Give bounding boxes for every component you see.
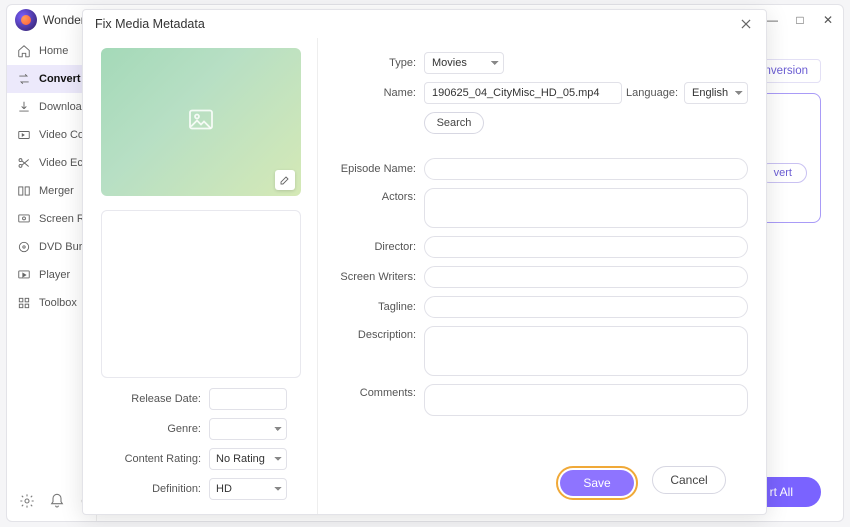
left-form: Release Date: Genre: Content Rating: No … <box>101 388 301 508</box>
sidebar-item-label: Merger <box>39 185 74 197</box>
save-button-highlight: Save <box>556 466 638 500</box>
settings-icon[interactable] <box>19 493 35 509</box>
release-date-input[interactable] <box>209 388 287 410</box>
modal-title: Fix Media Metadata <box>95 17 205 31</box>
minimize-button[interactable]: — <box>765 13 779 27</box>
merger-icon <box>17 184 31 198</box>
sidebar-item-label: Video Co <box>39 129 84 141</box>
language-label: Language: <box>622 87 684 99</box>
search-button[interactable]: Search <box>424 112 484 134</box>
screen-writers-input[interactable] <box>424 266 748 288</box>
sidebar-item-label: Toolbox <box>39 297 77 309</box>
modal-header: Fix Media Metadata <box>83 10 766 38</box>
sidebar-item-label: Downloa <box>39 101 82 113</box>
player-icon <box>17 268 31 282</box>
comments-input[interactable] <box>424 384 748 416</box>
close-button[interactable]: ✕ <box>821 13 835 27</box>
name-label: Name: <box>332 87 424 99</box>
description-input[interactable] <box>424 326 748 376</box>
genre-label: Genre: <box>101 423 209 435</box>
home-icon <box>17 44 31 58</box>
compress-icon <box>17 128 31 142</box>
scissors-icon <box>17 156 31 170</box>
comments-label: Comments: <box>332 384 424 399</box>
screen-writers-label: Screen Writers: <box>332 271 424 283</box>
right-panel: Type: Movies Name: Language: English Sea… <box>318 38 770 514</box>
release-date-label: Release Date: <box>101 393 209 405</box>
actors-label: Actors: <box>332 188 424 203</box>
sidebar-item-label: Screen R <box>39 213 85 225</box>
maximize-button[interactable]: □ <box>793 13 807 27</box>
save-button[interactable]: Save <box>560 470 634 496</box>
description-label: Description: <box>332 326 424 341</box>
edit-cover-button[interactable] <box>275 170 295 190</box>
left-panel: Release Date: Genre: Content Rating: No … <box>83 38 318 514</box>
sidebar-item-label: Home <box>39 45 68 57</box>
sidebar-item-label: Convert <box>39 73 81 85</box>
genre-select[interactable] <box>209 418 287 440</box>
download-icon <box>17 100 31 114</box>
definition-label: Definition: <box>101 483 209 495</box>
fix-metadata-modal: Fix Media Metadata Release Date: Genre: <box>82 9 767 515</box>
cancel-button[interactable]: Cancel <box>652 466 726 494</box>
toolbox-icon <box>17 296 31 310</box>
modal-body: Release Date: Genre: Content Rating: No … <box>83 38 766 514</box>
image-placeholder-icon <box>189 110 213 135</box>
modal-footer: Save Cancel <box>332 466 748 514</box>
app-title: Wonder <box>43 13 85 27</box>
episode-name-label: Episode Name: <box>332 163 424 175</box>
converter-icon <box>17 72 31 86</box>
director-input[interactable] <box>424 236 748 258</box>
tagline-label: Tagline: <box>332 301 424 313</box>
actors-input[interactable] <box>424 188 748 228</box>
modal-close-button[interactable] <box>738 16 754 32</box>
screen-record-icon <box>17 212 31 226</box>
notification-icon[interactable] <box>49 493 65 509</box>
director-label: Director: <box>332 241 424 253</box>
sidebar-item-label: Player <box>39 269 70 281</box>
episode-name-input[interactable] <box>424 158 748 180</box>
search-results-box <box>101 210 301 378</box>
type-select[interactable]: Movies <box>424 52 504 74</box>
language-select[interactable]: English <box>684 82 748 104</box>
tagline-input[interactable] <box>424 296 748 318</box>
content-rating-label: Content Rating: <box>101 453 209 465</box>
type-label: Type: <box>332 57 424 69</box>
cover-art[interactable] <box>101 48 301 196</box>
app-logo-icon <box>15 9 37 31</box>
definition-select[interactable]: HD <box>209 478 287 500</box>
window-controls: — □ ✕ <box>765 13 835 27</box>
name-input[interactable] <box>424 82 622 104</box>
content-rating-select[interactable]: No Rating <box>209 448 287 470</box>
sidebar-item-label: Video Ec <box>39 157 83 169</box>
dvd-icon <box>17 240 31 254</box>
sidebar-item-label: DVD Bur <box>39 241 82 253</box>
